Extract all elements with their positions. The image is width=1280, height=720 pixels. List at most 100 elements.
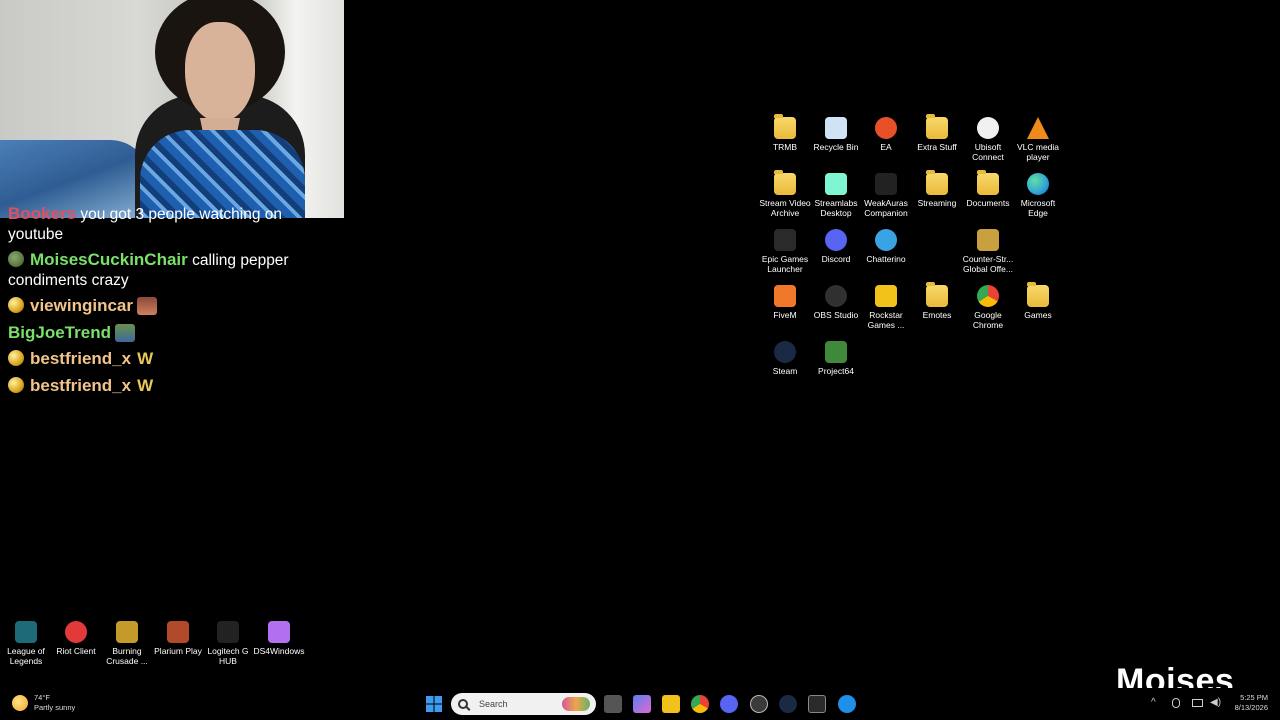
desktop-icon-streaming[interactable]: Streaming	[911, 170, 963, 208]
desktop-icon-label: Recycle Bin	[813, 142, 859, 152]
desktop-icon-ds4windows[interactable]: DS4Windows	[253, 621, 305, 656]
volume-icon[interactable]: ◀)	[1210, 697, 1221, 708]
folder-icon	[926, 282, 948, 307]
desktop-icon-label: Streaming	[917, 198, 957, 208]
desktop-icon-fivem[interactable]: FiveM	[759, 285, 811, 320]
desktop-icon-documents[interactable]: Documents	[962, 170, 1014, 208]
steam-taskbar-button[interactable]	[779, 695, 797, 713]
desktop-icon-league-of-legends[interactable]: League of Legends	[0, 621, 52, 666]
folder-icon	[977, 170, 999, 195]
desktop-icon-label: Counter-Str... Global Offe...	[962, 254, 1014, 274]
desktop-icon-ubisoft-connect[interactable]: Ubisoft Connect	[962, 117, 1014, 162]
desktop-icon-riot-client[interactable]: Riot Client	[50, 621, 102, 656]
ea-icon	[875, 117, 897, 139]
project64-icon	[825, 341, 847, 363]
desktop-icon-label: Discord	[821, 254, 851, 264]
weakauras-icon	[875, 173, 897, 195]
desktop-icon-emotes[interactable]: Emotes	[911, 282, 963, 320]
taskbar-search-box[interactable]: Search	[451, 693, 596, 715]
riot-icon	[65, 621, 87, 643]
recycle-bin-icon	[825, 117, 847, 139]
show-hidden-icons-chevron-icon[interactable]: ^	[1151, 697, 1156, 708]
logitech-icon	[217, 621, 239, 643]
desktop-icon-plarium-play[interactable]: Plarium Play	[152, 621, 204, 656]
desktop-icon-label: WeakAuras Companion	[864, 198, 908, 218]
chrome-icon	[977, 285, 999, 307]
desktop-icon-counter-str-global-offe[interactable]: Counter-Str... Global Offe...	[962, 229, 1014, 274]
chat-text: W	[137, 349, 154, 368]
people-emote-icon	[114, 323, 135, 342]
copilot-button[interactable]	[633, 695, 651, 713]
desktop-icon-ea[interactable]: EA	[860, 117, 912, 152]
partly-sunny-icon	[12, 695, 28, 711]
folder-icon	[774, 170, 796, 195]
system-clock[interactable]: 5:25 PM 8/13/2026	[1226, 693, 1268, 713]
desktop-icon-chatterino[interactable]: Chatterino	[860, 229, 912, 264]
desktop-icon-epic-games-launcher[interactable]: Epic Games Launcher	[759, 229, 811, 274]
steam-icon	[774, 341, 796, 363]
discord-icon	[825, 229, 847, 251]
chat-message: MoisesCuckinChair calling pepper condime…	[8, 250, 308, 290]
desktop-icon-extra-stuff[interactable]: Extra Stuff	[911, 114, 963, 152]
desktop-icon-rockstar-games[interactable]: Rockstar Games ...	[860, 285, 912, 330]
discord-taskbar-button[interactable]	[720, 695, 738, 713]
file-explorer-button[interactable]	[662, 695, 680, 713]
edge-icon	[1027, 173, 1049, 195]
desktop-icon-label: Streamlabs Desktop	[814, 198, 858, 218]
desktop-icon-microsoft-edge[interactable]: Microsoft Edge	[1012, 173, 1064, 218]
obs-icon	[825, 285, 847, 307]
network-icon[interactable]	[1192, 699, 1203, 707]
desktop-icon-stream-video-archive[interactable]: Stream Video Archive	[759, 170, 811, 218]
clock-date: 8/13/2026	[1234, 703, 1268, 712]
chat-username: Bookers	[8, 204, 77, 223]
search-icon	[458, 699, 468, 709]
chat-username: BigJoeTrend	[8, 322, 111, 342]
weather-widget[interactable]: 74°F Partly sunny	[12, 693, 75, 713]
desktop-icon-logitech-g-hub[interactable]: Logitech G HUB	[202, 621, 254, 666]
search-placeholder: Search	[479, 699, 508, 709]
desktop-icon-vlc-media-player[interactable]: VLC media player	[1012, 117, 1064, 162]
chat-message: viewingincar	[8, 296, 308, 317]
desktop-icon-label: Ubisoft Connect	[972, 142, 1004, 162]
desktop-icon-project64[interactable]: Project64	[810, 341, 862, 376]
league-icon	[15, 621, 37, 643]
desktop-icon-google-chrome[interactable]: Google Chrome	[962, 285, 1014, 330]
desktop-icon-obs-studio[interactable]: OBS Studio	[810, 285, 862, 320]
desktop-icon-label: Google Chrome	[972, 310, 1004, 330]
desktop-icon-label: OBS Studio	[813, 310, 859, 320]
webcam-overlay	[0, 0, 344, 218]
face-emote-icon	[136, 297, 157, 315]
desktop-icon-label: Stream Video Archive	[759, 198, 811, 218]
desktop-icon-label: TRMB	[772, 142, 798, 152]
desktop-icon-weakauras-companion[interactable]: WeakAuras Companion	[860, 173, 912, 218]
desktop-icon-label: Epic Games Launcher	[761, 254, 809, 274]
obs-taskbar-button[interactable]	[750, 695, 768, 713]
desktop-icon-trmb[interactable]: TRMB	[759, 114, 811, 152]
chat-username: MoisesCuckinChair	[30, 250, 188, 269]
chat-message: Bookers you got 3 people watching on you…	[8, 204, 308, 244]
gamepad-icon	[268, 621, 290, 643]
desktop-icon-streamlabs-desktop[interactable]: Streamlabs Desktop	[810, 173, 862, 218]
folder-icon	[1027, 282, 1049, 307]
microphone-icon[interactable]	[1172, 698, 1180, 708]
task-view-button[interactable]	[604, 695, 622, 713]
battlenet-taskbar-button[interactable]	[838, 695, 856, 713]
frog-badge-icon	[8, 251, 24, 267]
desktop-icon-label: Microsoft Edge	[1020, 198, 1056, 218]
weather-description: Partly sunny	[34, 703, 76, 712]
desktop-icon-recycle-bin[interactable]: Recycle Bin	[810, 117, 862, 152]
desktop-icon-discord[interactable]: Discord	[810, 229, 862, 264]
desktop-icon-burning-crusade[interactable]: Burning Crusade ...	[101, 621, 153, 666]
desktop-icon-steam[interactable]: Steam	[759, 341, 811, 376]
start-button[interactable]	[425, 695, 443, 713]
epic-games-taskbar-button[interactable]	[808, 695, 826, 713]
chat-message: BigJoeTrend	[8, 323, 308, 344]
desktop-icon-games[interactable]: Games	[1012, 282, 1064, 320]
desktop-icon-label: Emotes	[922, 310, 952, 320]
desktop-icon-label: EA	[880, 142, 892, 152]
desktop-icon-label: DS4Windows	[253, 646, 305, 656]
chrome-taskbar-button[interactable]	[691, 695, 709, 713]
chat-message: bestfriend_x W	[8, 349, 308, 370]
desktop-icon-label: Chatterino	[866, 254, 906, 264]
chat-username: bestfriend_x	[30, 375, 132, 395]
